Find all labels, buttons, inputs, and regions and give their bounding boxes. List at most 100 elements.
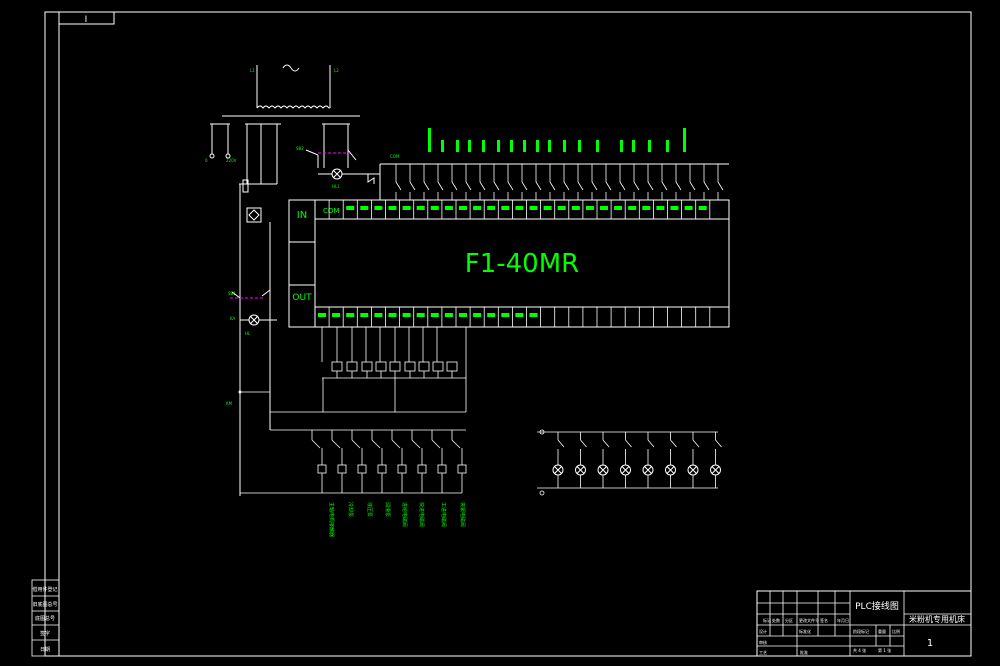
contactor-coil — [337, 464, 347, 474]
relay-coil — [331, 361, 343, 372]
terminal-marker — [346, 206, 355, 210]
transformer-tap: SB2 HL1 COM — [296, 123, 400, 200]
port-out-label: OUT — [292, 293, 312, 303]
contactor-contact — [311, 439, 321, 449]
terminal-marker — [487, 313, 496, 317]
power-supply-branch: 0 220V SB1 KA HL KM — [205, 123, 281, 496]
lamp-contact — [692, 439, 700, 448]
contactor-coil — [457, 464, 467, 474]
terminal-marker — [332, 313, 341, 317]
input-contact — [577, 181, 584, 191]
terminal-marker — [388, 313, 397, 317]
relay-coil — [375, 361, 387, 372]
terminal-marker — [444, 313, 453, 317]
svg-text:SB2: SB2 — [296, 146, 304, 151]
terminal-marker — [529, 313, 538, 317]
input-contact — [591, 181, 598, 191]
terminal-marker — [430, 313, 439, 317]
svg-text:标记: 标记 — [763, 617, 771, 623]
input-tag — [648, 140, 651, 152]
relay-coil — [432, 361, 444, 372]
contactor-coil — [417, 464, 427, 474]
input-contact — [479, 181, 486, 191]
lamp-cross — [711, 466, 720, 474]
svg-text:设计: 设计 — [759, 628, 767, 634]
svg-text:COM: COM — [390, 154, 400, 159]
input-contact — [395, 181, 402, 191]
lamp-cross — [576, 466, 585, 474]
transformer: L1 L2 — [222, 64, 360, 117]
lamp-cross — [666, 466, 675, 474]
contactor-coil — [437, 464, 447, 474]
terminal-marker — [374, 206, 383, 210]
relay-coil — [446, 361, 458, 372]
output-device-label: 进给电磁阀 — [401, 502, 408, 527]
input-contact — [703, 181, 710, 191]
svg-text:更改文件号: 更改文件号 — [799, 617, 819, 623]
terminal-marker — [402, 206, 411, 210]
supply-terminal — [539, 490, 545, 496]
contactor-coil — [317, 464, 327, 474]
project-name: 米粉机专用机床 — [909, 614, 965, 624]
lamp-cross — [599, 466, 607, 474]
input-contact — [437, 181, 444, 191]
input-contact — [605, 181, 612, 191]
lamp-contact — [625, 439, 632, 448]
terminal-marker — [430, 206, 439, 210]
input-contact — [451, 181, 458, 191]
svg-text:阶段标记: 阶段标记 — [853, 628, 869, 634]
terminal-marker — [515, 313, 524, 317]
output-device-label: 液压泵 — [366, 502, 373, 517]
input-tag — [666, 140, 669, 152]
svg-text:比例: 比例 — [892, 628, 900, 634]
svg-text:处数: 处数 — [772, 617, 780, 623]
input-tag — [548, 140, 551, 152]
svg-text:重量: 重量 — [878, 628, 886, 634]
relay-coil — [418, 361, 430, 372]
terminal-marker — [529, 206, 538, 210]
lamp-contact — [670, 439, 677, 448]
input-tag — [563, 140, 566, 152]
lamp-cross — [621, 466, 630, 474]
svg-text:L2: L2 — [334, 68, 339, 73]
terminal-marker — [600, 206, 608, 210]
output-device-label: 冷却泵 — [347, 502, 354, 517]
contactor-contact — [351, 439, 361, 449]
input-contact — [521, 181, 528, 191]
input-tag — [578, 140, 581, 152]
input-tag — [468, 140, 471, 152]
contactor-coil — [377, 464, 387, 474]
lamp-contact — [602, 439, 610, 448]
contactor-coil — [397, 464, 407, 474]
input-contact — [661, 181, 668, 191]
input-contact — [535, 181, 542, 191]
terminal-marker — [585, 206, 594, 210]
relay-coil — [389, 361, 401, 372]
input-switches — [380, 163, 729, 200]
inner-border — [58, 11, 972, 657]
svg-text:KA: KA — [230, 316, 236, 321]
input-contact — [647, 181, 654, 191]
output-device-label: 润滑泵 — [384, 502, 391, 517]
svg-text:借用件登记: 借用件登记 — [32, 586, 57, 593]
contactor-coil — [357, 464, 367, 474]
svg-text:标准化: 标准化 — [799, 628, 811, 634]
terminal-marker — [515, 206, 524, 210]
input-contact — [675, 181, 682, 191]
terminal-marker — [557, 206, 566, 210]
contactor-contact — [411, 439, 421, 449]
corner-tag: I — [85, 15, 88, 25]
lamp-contact — [647, 439, 655, 448]
terminal-marker — [571, 206, 580, 210]
terminal-marker — [402, 313, 411, 317]
input-contact — [619, 181, 626, 191]
contactor-contact — [331, 439, 341, 449]
sheet-number: 1 — [927, 638, 933, 649]
input-tag — [497, 140, 500, 152]
svg-text:日期: 日期 — [40, 647, 50, 653]
lamp-cross — [644, 466, 652, 474]
svg-text:年月日: 年月日 — [837, 617, 849, 623]
terminal-marker — [670, 206, 679, 210]
terminal-marker — [388, 206, 397, 210]
terminal-marker — [501, 313, 510, 317]
